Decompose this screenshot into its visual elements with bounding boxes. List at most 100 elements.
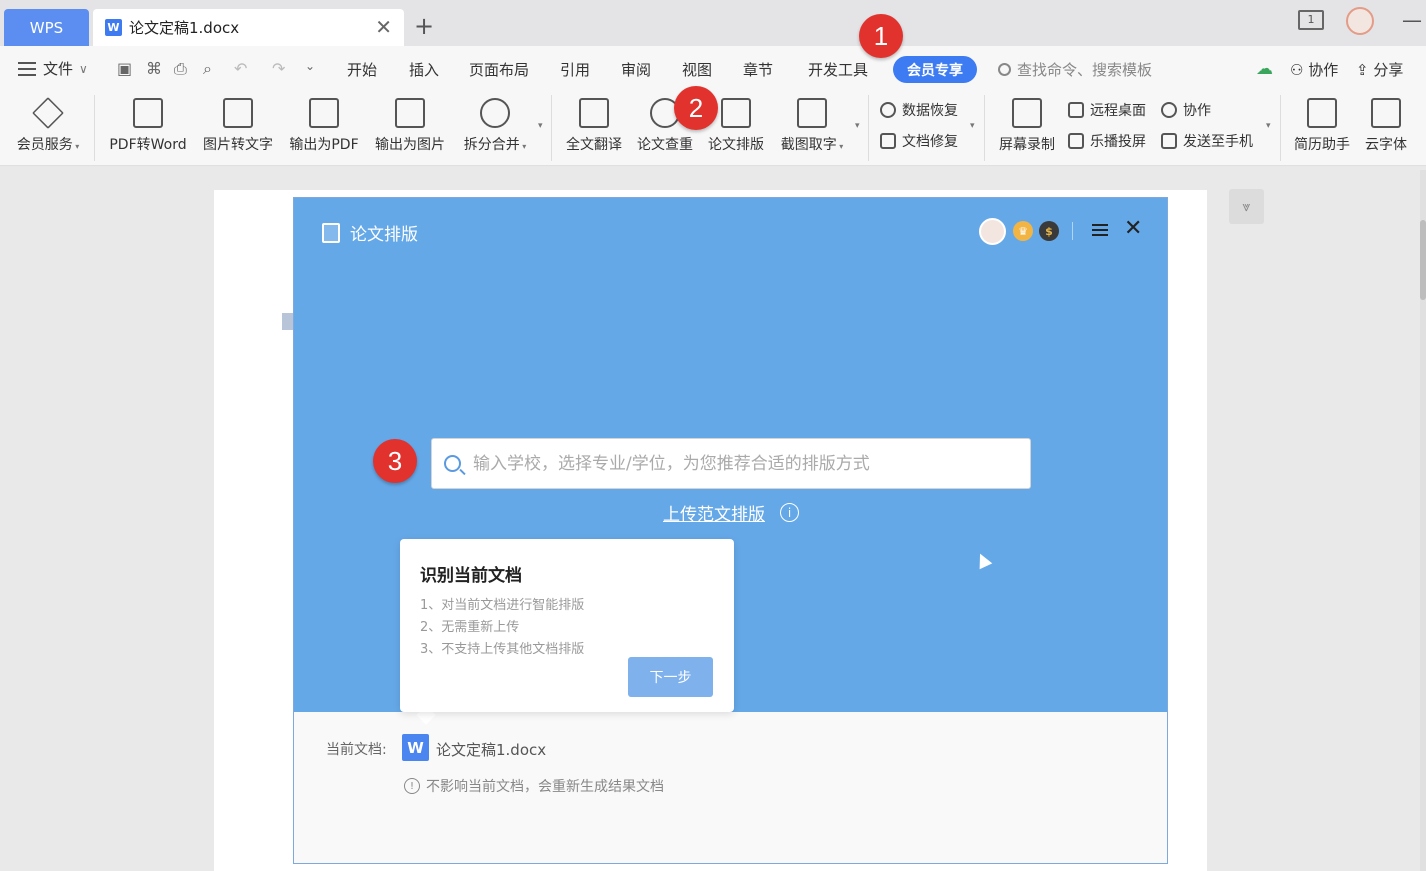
menu-bar: 文件 ∨ ▣ ⌘ ⎙ ⌕ ↶ ↷ ⌄ 开始 插入 页面布局 引用 审阅 视图 章… [0, 46, 1426, 91]
file-menu[interactable]: 文件 ∨ [18, 58, 88, 79]
collab-label: 协作 [1308, 61, 1339, 79]
remote-desktop-button[interactable]: 远程桌面 [1068, 100, 1146, 120]
screen-record-button[interactable]: 屏幕录制 [994, 98, 1060, 154]
collab-button[interactable]: ⚇ 协作 [1290, 59, 1338, 80]
member-service-label: 会员服务 [16, 137, 73, 153]
next-step-button[interactable]: 下一步 [628, 657, 713, 697]
dialog-close-icon[interactable]: ✕ [1124, 216, 1142, 241]
user-avatar[interactable] [1346, 7, 1374, 35]
repair-icon [880, 133, 896, 149]
resume-helper-label: 简历助手 [1294, 137, 1350, 153]
screenshot-text-button[interactable]: 截图取字 ▾ [774, 98, 850, 154]
cloud-sync-icon[interactable]: ☁ [1256, 59, 1273, 79]
hamburger-icon [18, 61, 36, 76]
cast-button[interactable]: 乐播投屏 [1068, 131, 1146, 151]
command-search[interactable]: 查找命令、搜索模板 [998, 59, 1152, 80]
screen-record-label: 屏幕录制 [999, 137, 1055, 153]
person-icon: ⚇ [1290, 61, 1309, 79]
paper-check-label: 论文查重 [637, 137, 693, 153]
screenshot-text-label: 截图取字 [780, 137, 837, 153]
cast-icon [1068, 133, 1084, 149]
image-to-text-button[interactable]: 图片转文字 [198, 98, 278, 154]
print-icon[interactable]: ⎙ [174, 59, 187, 79]
notice-text: 不影响当前文档，会重新生成结果文档 [426, 779, 664, 795]
menu-view[interactable]: 视图 [682, 59, 712, 80]
split-merge-label: 拆分合并 [463, 137, 520, 153]
cloud-font-button[interactable]: 云字体 [1360, 98, 1412, 154]
member-service-button[interactable]: 会员服务 ▾ [12, 97, 84, 154]
annotation-badge-2: 2 [674, 86, 718, 130]
image-to-text-label: 图片转文字 [203, 137, 273, 153]
image-to-text-icon [223, 98, 253, 128]
chevron-down-icon: ∨ [79, 61, 88, 76]
info-icon[interactable]: i [780, 503, 799, 522]
side-panel-toggle-icon[interactable]: ⩔ [1229, 189, 1264, 224]
ribbon-expand-icon[interactable]: ▾ [538, 121, 543, 131]
pdf-to-word-button[interactable]: PDF转Word [104, 98, 192, 154]
new-tab-button[interactable]: + [414, 12, 434, 40]
export-image-label: 输出为图片 [375, 137, 445, 153]
ribbon-expand-icon-2[interactable]: ▾ [855, 121, 860, 131]
card-item: 2、无需重新上传 [420, 620, 520, 635]
paper-format-icon [322, 222, 340, 243]
ribbon-expand-icon-3[interactable]: ▾ [970, 121, 975, 131]
command-search-placeholder: 查找命令、搜索模板 [1017, 61, 1153, 79]
data-recovery-button[interactable]: 数据恢复 [880, 100, 958, 120]
coin-icon[interactable]: $ [1039, 221, 1059, 241]
title-bar: WPS W 论文定稿1.docx ✕ + 1 — [0, 0, 1426, 46]
scrollbar-thumb[interactable] [1420, 220, 1426, 300]
remote-desktop-icon [1068, 102, 1084, 118]
export-pdf-label: 输出为PDF [289, 137, 359, 153]
menu-insert[interactable]: 插入 [409, 59, 439, 80]
undo-icon[interactable]: ↶ [234, 59, 247, 78]
pdf-to-word-icon [133, 98, 163, 128]
menu-home[interactable]: 开始 [347, 59, 377, 80]
customize-toolbar-icon[interactable]: ⌄ [305, 59, 315, 73]
doc-repair-button[interactable]: 文档修复 [880, 131, 958, 151]
upload-sample-link[interactable]: 上传范文排版 [663, 500, 765, 525]
translate-icon [579, 98, 609, 128]
share-label: 分享 [1373, 61, 1404, 79]
current-doc-name: 论文定稿1.docx [436, 741, 547, 759]
dialog-user-avatar[interactable] [979, 218, 1006, 245]
save-icon[interactable]: ▣ [117, 59, 132, 78]
warning-icon: ! [404, 778, 420, 794]
menu-chapter[interactable]: 章节 [743, 59, 773, 80]
full-translate-button[interactable]: 全文翻译 [561, 98, 627, 154]
remote-desktop-label: 远程桌面 [1090, 103, 1146, 119]
menu-vip[interactable]: 会员专享 [893, 56, 977, 83]
menu-review[interactable]: 审阅 [621, 59, 651, 80]
school-search-input[interactable] [473, 453, 1013, 474]
ribbon-collab-button[interactable]: 协作 [1161, 100, 1211, 120]
card-item: 3、不支持上传其他文档排版 [420, 642, 585, 657]
export-pdf-button[interactable]: 输出为PDF [285, 98, 363, 154]
resume-helper-button[interactable]: 简历助手 [1289, 98, 1355, 154]
crown-icon[interactable]: ♛ [1013, 221, 1033, 241]
export-image-button[interactable]: 输出为图片 [370, 98, 450, 154]
menu-page-layout[interactable]: 页面布局 [469, 59, 529, 80]
share-button[interactable]: ⇪ 分享 [1356, 59, 1403, 80]
minimize-icon[interactable]: — [1402, 8, 1422, 32]
send-phone-button[interactable]: 发送至手机 [1161, 131, 1253, 151]
cloud-font-icon [1371, 98, 1401, 128]
wps-home-tab[interactable]: WPS [4, 9, 89, 46]
school-search-box[interactable] [431, 438, 1031, 489]
split-merge-button[interactable]: 拆分合并 ▾ [457, 98, 533, 154]
format-painter-icon[interactable]: ⌘ [146, 59, 162, 78]
close-tab-icon[interactable]: ✕ [375, 15, 392, 39]
ribbon-expand-icon-4[interactable]: ▾ [1266, 121, 1271, 131]
window-layout-icon[interactable]: 1 [1298, 10, 1324, 30]
document-tab[interactable]: W 论文定稿1.docx ✕ [93, 9, 404, 46]
notice-message: ! 不影响当前文档，会重新生成结果文档 [404, 776, 664, 796]
print-preview-icon[interactable]: ⌕ [203, 59, 212, 79]
data-recovery-label: 数据恢复 [902, 103, 958, 119]
redo-icon[interactable]: ↷ [272, 59, 285, 78]
file-menu-label: 文件 [43, 60, 74, 78]
menu-developer[interactable]: 开发工具 [808, 59, 868, 80]
identify-current-doc-card: 识别当前文档 1、对当前文档进行智能排版 2、无需重新上传 3、不支持上传其他文… [400, 539, 734, 712]
menu-references[interactable]: 引用 [560, 59, 590, 80]
split-merge-icon [480, 98, 510, 128]
paper-format-dialog: 论文排版 ♛ $ ✕ 上传范文排版 i 识别当前文档 1、对当前文档进行智能排版… [293, 197, 1168, 864]
paper-format-label: 论文排版 [708, 137, 764, 153]
dialog-menu-icon[interactable] [1092, 224, 1108, 236]
